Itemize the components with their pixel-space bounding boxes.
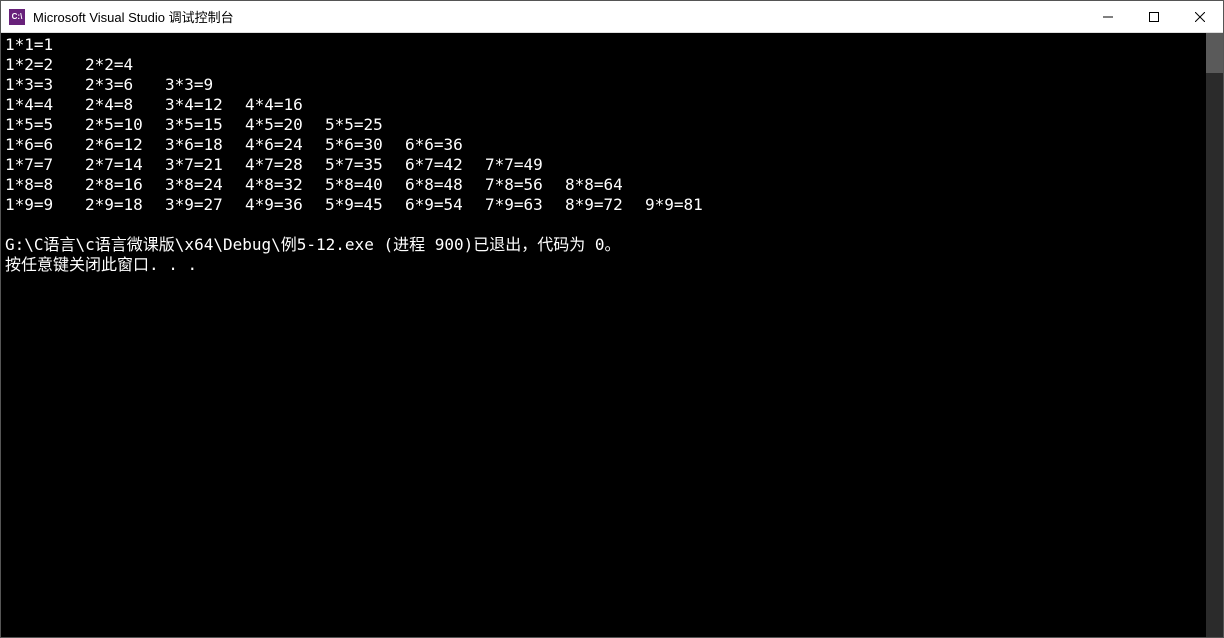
console-line: 1*1=1 — [5, 35, 1202, 55]
window-title: Microsoft Visual Studio 调试控制台 — [33, 7, 1085, 26]
console-line: 1*5=52*5=103*5=154*5=205*5=25 — [5, 115, 1202, 135]
table-cell: 4*5=20 — [245, 115, 325, 135]
table-cell: 2*6=12 — [85, 135, 165, 155]
console-line: 1*6=62*6=123*6=184*6=245*6=306*6=36 — [5, 135, 1202, 155]
console-output[interactable]: 1*1=11*2=22*2=41*3=32*3=63*3=91*4=42*4=8… — [1, 33, 1206, 637]
maximize-icon — [1149, 12, 1159, 22]
console-line: 1*8=82*8=163*8=244*8=325*8=406*8=487*8=5… — [5, 175, 1202, 195]
table-cell: 3*6=18 — [165, 135, 245, 155]
table-cell: 4*9=36 — [245, 195, 325, 215]
table-cell: 2*4=8 — [85, 95, 165, 115]
window-controls — [1085, 1, 1223, 32]
table-cell: 1*6=6 — [5, 135, 85, 155]
table-cell: 4*4=16 — [245, 95, 325, 115]
table-cell: 2*3=6 — [85, 75, 165, 95]
table-cell: 4*7=28 — [245, 155, 325, 175]
table-cell: 5*9=45 — [325, 195, 405, 215]
table-cell: 1*4=4 — [5, 95, 85, 115]
table-cell: 5*6=30 — [325, 135, 405, 155]
table-cell: 3*5=15 — [165, 115, 245, 135]
table-cell: 4*6=24 — [245, 135, 325, 155]
table-cell: 1*8=8 — [5, 175, 85, 195]
table-cell: 6*7=42 — [405, 155, 485, 175]
table-cell: 1*1=1 — [5, 35, 85, 55]
table-cell: 4*8=32 — [245, 175, 325, 195]
console-line: 1*7=72*7=143*7=214*7=285*7=356*7=427*7=4… — [5, 155, 1202, 175]
exit-status-line: G:\C语言\c语言微课版\x64\Debug\例5-12.exe (进程 90… — [5, 235, 1202, 255]
table-cell: 7*8=56 — [485, 175, 565, 195]
vertical-scrollbar[interactable] — [1206, 33, 1223, 637]
table-cell: 1*2=2 — [5, 55, 85, 75]
table-cell: 8*9=72 — [565, 195, 645, 215]
app-icon-label: C:\ — [12, 12, 23, 21]
table-cell: 3*9=27 — [165, 195, 245, 215]
console-line: 1*4=42*4=83*4=124*4=16 — [5, 95, 1202, 115]
table-cell: 2*2=4 — [85, 55, 165, 75]
minimize-icon — [1103, 12, 1113, 22]
table-cell: 3*8=24 — [165, 175, 245, 195]
table-cell: 2*5=10 — [85, 115, 165, 135]
table-cell: 2*7=14 — [85, 155, 165, 175]
scrollbar-thumb[interactable] — [1206, 33, 1223, 73]
table-cell: 1*5=5 — [5, 115, 85, 135]
table-cell: 5*5=25 — [325, 115, 405, 135]
console-area: 1*1=11*2=22*2=41*3=32*3=63*3=91*4=42*4=8… — [1, 33, 1223, 637]
table-cell: 6*9=54 — [405, 195, 485, 215]
maximize-button[interactable] — [1131, 1, 1177, 32]
table-cell: 3*3=9 — [165, 75, 245, 95]
table-cell: 1*7=7 — [5, 155, 85, 175]
table-cell: 2*9=18 — [85, 195, 165, 215]
minimize-button[interactable] — [1085, 1, 1131, 32]
table-cell: 5*8=40 — [325, 175, 405, 195]
table-cell: 7*9=63 — [485, 195, 565, 215]
table-cell: 8*8=64 — [565, 175, 645, 195]
table-cell: 3*7=21 — [165, 155, 245, 175]
table-cell: 2*8=16 — [85, 175, 165, 195]
console-blank-line — [5, 215, 1202, 235]
close-icon — [1195, 12, 1205, 22]
console-line: 1*2=22*2=4 — [5, 55, 1202, 75]
app-icon: C:\ — [9, 9, 25, 25]
table-cell: 1*3=3 — [5, 75, 85, 95]
table-cell: 6*6=36 — [405, 135, 485, 155]
press-any-key-line: 按任意键关闭此窗口. . . — [5, 255, 1202, 275]
table-cell: 3*4=12 — [165, 95, 245, 115]
titlebar: C:\ Microsoft Visual Studio 调试控制台 — [1, 1, 1223, 33]
table-cell: 1*9=9 — [5, 195, 85, 215]
console-line: 1*3=32*3=63*3=9 — [5, 75, 1202, 95]
console-line: 1*9=92*9=183*9=274*9=365*9=456*9=547*9=6… — [5, 195, 1202, 215]
table-cell: 9*9=81 — [645, 195, 725, 215]
table-cell: 7*7=49 — [485, 155, 565, 175]
close-button[interactable] — [1177, 1, 1223, 32]
table-cell: 5*7=35 — [325, 155, 405, 175]
table-cell: 6*8=48 — [405, 175, 485, 195]
